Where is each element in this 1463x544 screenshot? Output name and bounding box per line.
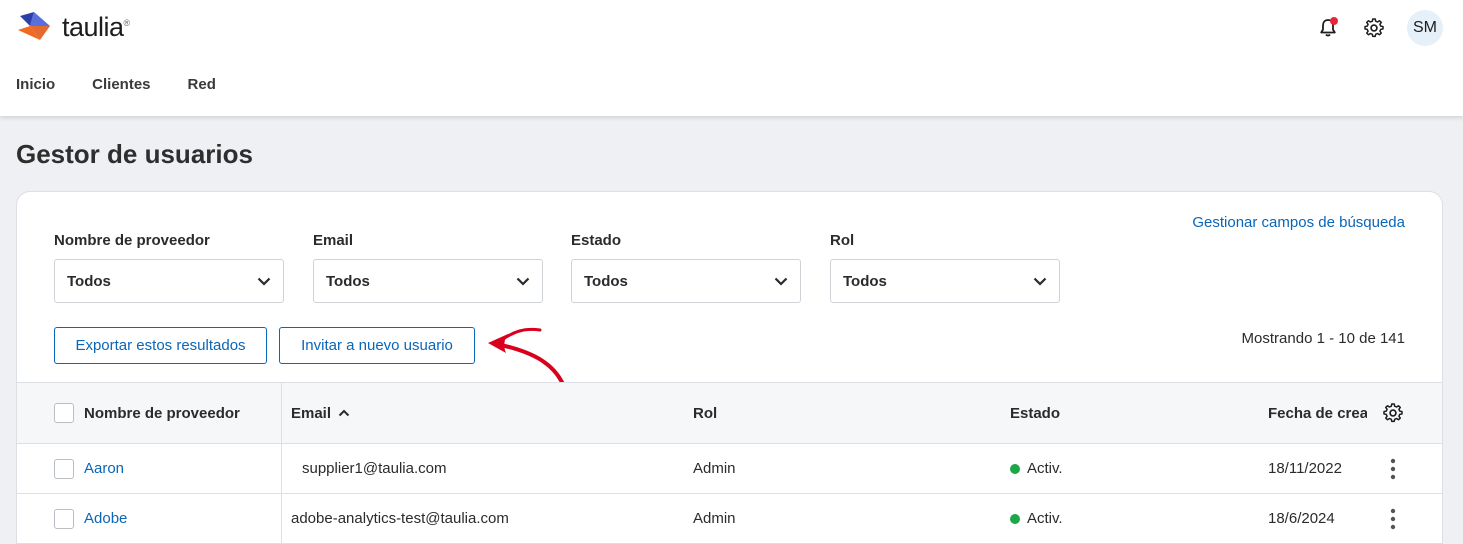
users-table: Nombre de proveedor Email Rol Estado Fec… [17,382,1442,544]
invite-user-button[interactable]: Invitar a nuevo usuario [279,327,475,364]
main-nav: Inicio Clientes Red [16,76,216,93]
col-supplier-name: Nombre de proveedor [54,383,240,443]
row-email: adobe-analytics-test@taulia.com [291,510,509,527]
row-checkbox[interactable] [54,458,74,479]
row-checkbox[interactable] [54,508,74,529]
top-bar: taulia® SM Inicio Clientes Red [0,0,1463,116]
logo-text: taulia® [62,11,130,42]
col-email[interactable]: Email [291,383,350,443]
col-label: Nombre de proveedor [84,404,240,422]
more-vertical-icon [1390,458,1396,479]
table-header: Nombre de proveedor Email Rol Estado Fec… [17,382,1442,444]
chevron-down-icon [1033,277,1047,286]
select-value: Todos [584,272,628,290]
taulia-logo-icon [18,12,50,40]
supplier-link[interactable]: Adobe [84,510,127,527]
filter-email: Email Todos [313,232,543,303]
row-created-date: 18/11/2022 [1268,460,1342,477]
status-label: Activ. [1027,460,1063,477]
row-status: Activ. [1010,494,1063,543]
results-count: Mostrando 1 - 10 de 141 [1241,330,1405,347]
row-actions-button[interactable] [1387,494,1399,543]
active-status-dot [1010,513,1020,524]
row-role: Admin [693,510,736,527]
user-manager-card: Gestionar campos de búsqueda Nombre de p… [16,191,1443,544]
status-label: Activ. [1027,510,1063,527]
col-role[interactable]: Rol [693,383,717,443]
user-avatar[interactable]: SM [1407,10,1443,46]
email-select[interactable]: Todos [313,259,543,303]
column-divider [281,494,282,543]
more-vertical-icon [1390,508,1396,529]
filter-label: Nombre de proveedor [54,232,210,249]
gear-icon [1383,403,1403,423]
page-title: Gestor de usuarios [16,139,253,169]
settings-button[interactable] [1361,15,1387,41]
nav-item-red[interactable]: Red [188,76,216,93]
role-select[interactable]: Todos [830,259,1060,303]
select-value: Todos [326,272,370,290]
sort-ascending-icon [338,409,350,417]
chevron-down-icon [257,277,271,286]
export-results-button[interactable]: Exportar estos resultados [54,327,267,364]
supplier-name-select[interactable]: Todos [54,259,284,303]
table-row: Adobe adobe-analytics-test@taulia.com Ad… [17,494,1442,544]
supplier-link[interactable]: Aaron [84,460,124,477]
filter-label: Rol [830,232,855,249]
status-select[interactable]: Todos [571,259,801,303]
taulia-logo[interactable]: taulia® [16,10,130,44]
header-actions: SM [1315,10,1443,46]
chevron-down-icon [516,277,530,286]
filter-label: Email [313,232,354,249]
col-created-date[interactable]: Fecha de creación [1268,383,1367,443]
select-value: Todos [843,272,887,290]
chevron-down-icon [774,277,788,286]
nav-item-inicio[interactable]: Inicio [16,76,55,93]
select-all-checkbox[interactable] [54,403,74,423]
gear-icon [1364,18,1384,38]
filter-status: Estado Todos [571,232,801,303]
row-supplier: Adobe [54,494,127,543]
col-status[interactable]: Estado [1010,383,1060,443]
column-divider [281,383,282,443]
table-row: Aaron supplier1@taulia.com Admin Activ. … [17,444,1442,494]
filter-role: Rol Todos [830,232,1060,303]
row-supplier: Aaron [54,444,124,493]
notification-badge [1330,17,1338,25]
row-email: supplier1@taulia.com [302,460,447,477]
filter-supplier-name: Nombre de proveedor Todos [54,232,284,303]
manage-search-fields-link[interactable]: Gestionar campos de búsqueda [1192,214,1405,231]
row-status: Activ. [1010,444,1063,493]
column-settings-button[interactable] [1383,383,1403,443]
filter-label: Estado [571,232,622,249]
nav-item-clientes[interactable]: Clientes [92,76,150,93]
row-role: Admin [693,460,736,477]
column-divider [281,444,282,493]
select-value: Todos [67,272,111,290]
active-status-dot [1010,463,1020,474]
col-label: Email [291,404,332,422]
notifications-button[interactable] [1315,15,1341,41]
row-created-date: 18/6/2024 [1268,510,1335,527]
row-actions-button[interactable] [1387,444,1399,493]
